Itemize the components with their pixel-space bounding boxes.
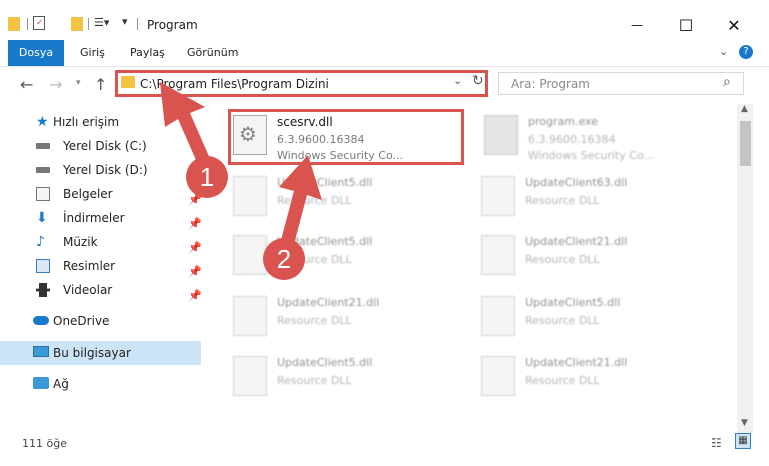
large-icons-view-icon[interactable]: ▦: [735, 433, 751, 449]
annotation-badge-2: 2: [263, 238, 305, 280]
item-count: 111 öğe: [22, 437, 67, 450]
details-view-icon[interactable]: ☷: [711, 436, 722, 450]
arrow-2: [279, 155, 322, 248]
annotation-arrows: [160, 82, 322, 248]
scrollbar-thumb[interactable]: [740, 121, 751, 166]
scroll-down-icon[interactable]: ▼: [741, 418, 748, 428]
annotation-badge-1: 1: [186, 156, 228, 198]
scroll-up-icon[interactable]: ▲: [741, 104, 748, 114]
